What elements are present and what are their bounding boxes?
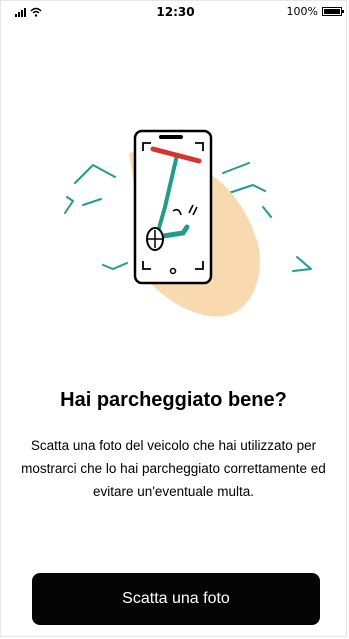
app-screen: 12:30 100% Hai parcheggiato bene? Scatta… <box>0 0 347 637</box>
status-right: 100% <box>286 5 344 18</box>
take-photo-button[interactable]: Scatta una foto <box>32 573 320 625</box>
status-bar: 12:30 100% <box>1 1 346 23</box>
battery-percentage: 100% <box>286 5 318 18</box>
phone-photographing-scooter-illustration <box>64 129 312 317</box>
page-description: Scatta una foto del veicolo che hai util… <box>21 438 326 499</box>
page-title: Hai parcheggiato bene? <box>60 389 287 411</box>
battery-icon <box>322 7 344 16</box>
